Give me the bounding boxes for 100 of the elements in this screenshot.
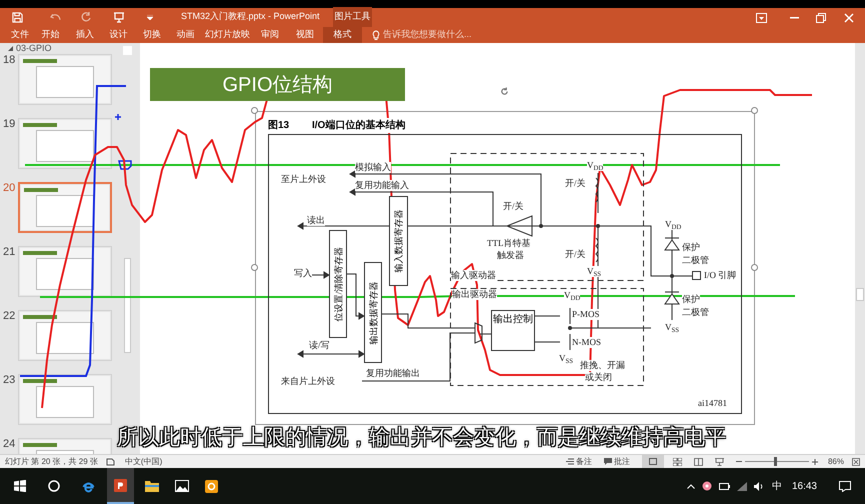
- slide-count: 幻灯片 第 20 张，共 29 张: [5, 456, 98, 468]
- diagram-label: 输出驱动器: [452, 289, 497, 300]
- ribbon-tab[interactable]: 文件: [7, 26, 33, 43]
- diagram-label: 触发器: [497, 250, 524, 261]
- register-block: 输入数据寄存器: [389, 196, 408, 286]
- diagram-label: ai14781: [698, 398, 727, 409]
- ribbon-tab[interactable]: 审阅: [253, 26, 287, 43]
- diagram-label: 保护: [682, 294, 700, 305]
- dropdown-icon[interactable]: [147, 14, 153, 20]
- redo-icon[interactable]: [81, 12, 91, 22]
- contextual-tab-group: 图片工具: [333, 6, 372, 27]
- slide-thumbnail[interactable]: [18, 310, 112, 361]
- presentation-app-icon: [114, 478, 127, 492]
- close-icon[interactable]: [844, 12, 854, 23]
- diagram-label: 复用功能输入: [355, 180, 409, 191]
- taskbar-app-button[interactable]: [107, 468, 134, 504]
- section-title[interactable]: 03-GPIO: [16, 43, 52, 53]
- slide-thumbnail[interactable]: [18, 54, 112, 105]
- scrollbar-thumb[interactable]: [124, 258, 131, 353]
- restore-icon[interactable]: [816, 12, 826, 23]
- slide-sorter-icon[interactable]: [672, 458, 682, 466]
- register-block: 输出数据寄存器: [364, 262, 382, 363]
- spellcheck-icon[interactable]: [106, 458, 115, 466]
- ribbon-tab[interactable]: 切换: [135, 26, 169, 43]
- notification-icon[interactable]: [839, 480, 851, 492]
- diagram-label: V$_{SS}$: [587, 266, 602, 277]
- diagram-label: 读出: [307, 215, 325, 226]
- diagram-label: I/O 引脚: [704, 270, 736, 281]
- slide-thumbnail[interactable]: [18, 246, 112, 297]
- output-control-label: 输出控制: [493, 313, 533, 326]
- fit-slide-icon[interactable]: [852, 458, 860, 466]
- diagram-label: N-MOS: [572, 337, 602, 348]
- diagram-label: P-MOS: [572, 309, 600, 320]
- slide-thumbnail[interactable]: [18, 118, 112, 169]
- normal-view-icon: [648, 458, 657, 465]
- ribbon-tab[interactable]: 视图: [287, 26, 323, 43]
- resize-handle[interactable]: [751, 107, 758, 114]
- slide-thumbnail[interactable]: [18, 182, 112, 233]
- diagram-label: 开/关: [565, 178, 586, 189]
- resize-handle[interactable]: [751, 264, 758, 271]
- ribbon-tab[interactable]: 开始: [33, 26, 68, 43]
- diagram-label: 读/写: [309, 340, 330, 351]
- ribbon-tab[interactable]: 幻灯片放映: [202, 26, 253, 43]
- save-icon[interactable]: [12, 12, 23, 23]
- reading-view-icon[interactable]: [694, 458, 703, 466]
- slide-number: 20: [2, 182, 16, 194]
- slide-number: 24: [2, 438, 16, 450]
- wifi-icon[interactable]: [736, 482, 747, 490]
- slide-number: 23: [2, 374, 16, 386]
- ribbon-tab[interactable]: 插入: [68, 26, 102, 43]
- browser-icon[interactable]: [82, 480, 95, 492]
- notes-button[interactable]: 备注: [566, 456, 592, 468]
- speaker-icon[interactable]: [754, 482, 764, 490]
- subtitle-caption: 所以此时低于上限的情况，输出并不会变化，而是继续维持高电平: [117, 424, 726, 451]
- search-icon[interactable]: [48, 480, 60, 492]
- collapse-icon[interactable]: [8, 46, 13, 50]
- zoom-slider-thumb[interactable]: [774, 457, 777, 466]
- resize-handle[interactable]: [251, 107, 258, 114]
- tell-me-field[interactable]: 告诉我您想要做什么...: [383, 28, 472, 42]
- ribbon-tab[interactable]: 动画: [169, 26, 202, 43]
- clock[interactable]: 16:43: [792, 478, 817, 494]
- ribbon-display-icon[interactable]: [756, 12, 767, 23]
- chevron-up-icon[interactable]: [686, 484, 695, 488]
- folder-icon[interactable]: [145, 480, 159, 492]
- battery-icon[interactable]: [718, 482, 730, 490]
- diagram-label: 至片上外设: [281, 174, 326, 185]
- slideshow-icon[interactable]: [714, 458, 724, 466]
- slide-number: 18: [2, 54, 16, 66]
- diagram-label: V$_{DD}$: [665, 219, 682, 230]
- diagram-label: 模拟输入: [355, 162, 391, 173]
- ribbon-tab[interactable]: 设计: [102, 26, 135, 43]
- resize-handle[interactable]: [251, 264, 258, 271]
- windows-start-icon[interactable]: [14, 480, 26, 492]
- slide-number: 22: [2, 310, 16, 322]
- undo-icon[interactable]: [50, 12, 61, 22]
- comments-button[interactable]: 批注: [604, 456, 630, 468]
- notes-icon: [566, 458, 574, 465]
- input-method-indicator[interactable]: 中: [772, 478, 782, 494]
- photos-icon[interactable]: [175, 480, 189, 492]
- rotate-handle[interactable]: [500, 87, 509, 96]
- window-title: STM32入门教程.pptx - PowerPoint: [181, 10, 320, 24]
- diagram-label: 或关闭: [585, 372, 612, 383]
- diagram-label: TTL肖特基: [487, 238, 530, 249]
- zoom-in-icon[interactable]: [812, 458, 818, 464]
- presenter-icon[interactable]: [113, 12, 125, 23]
- minimize-icon[interactable]: [790, 16, 799, 19]
- comment-icon: [604, 458, 612, 465]
- slide-thumbnail[interactable]: [18, 374, 112, 425]
- language-indicator[interactable]: 中文(中国): [124, 456, 162, 468]
- app-icon[interactable]: [205, 480, 218, 492]
- diagram-label: 复用功能输出: [366, 368, 420, 379]
- slide-title: GPIO位结构: [150, 68, 405, 101]
- register-block: 位设置/清除寄存器: [329, 230, 347, 338]
- diagram-label: 二极管: [682, 307, 709, 318]
- ribbon-tab[interactable]: 格式: [323, 26, 362, 43]
- normal-view-button[interactable]: [642, 455, 664, 468]
- diagram-label: V$_{SS}$: [559, 353, 574, 364]
- scrollbar-thumb[interactable]: [856, 288, 864, 301]
- diagram-label: 保护: [682, 242, 700, 253]
- zoom-level[interactable]: 86%: [828, 456, 844, 468]
